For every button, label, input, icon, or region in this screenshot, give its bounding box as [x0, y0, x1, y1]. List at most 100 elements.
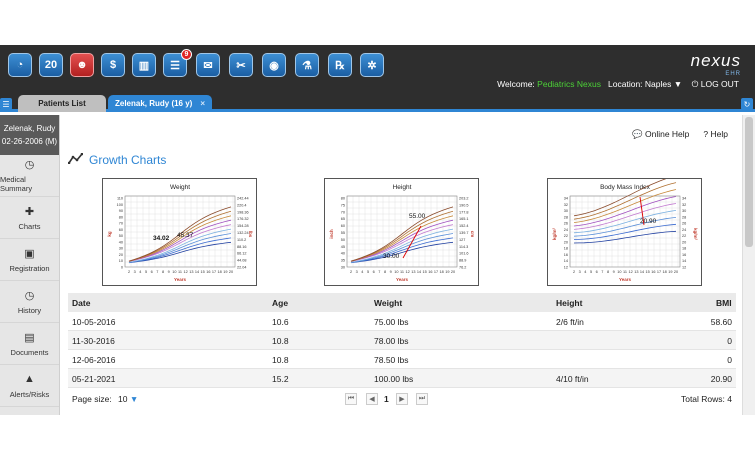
- y-tick-left: 26: [564, 222, 568, 226]
- online-help-link[interactable]: 💬 Online Help: [632, 129, 689, 140]
- y-tick-right: 88.9: [459, 259, 466, 263]
- table-row[interactable]: 05-21-2021 15.2 100.00 lbs 4/10 ft/in 20.90: [68, 369, 736, 388]
- tab-patient[interactable]: Zelenak, Rudy (16 y) ×: [108, 95, 212, 112]
- y-tick-right: 44.08: [237, 259, 247, 263]
- patients-icon[interactable]: ☻: [70, 53, 94, 77]
- column-header-height[interactable]: Height: [556, 293, 582, 312]
- x-tick: 16: [428, 270, 432, 274]
- chart-annotation: 55.00: [409, 213, 426, 220]
- close-icon[interactable]: ×: [200, 99, 205, 108]
- tab-patients-list-label: Patients List: [38, 99, 86, 108]
- tab-patients-list[interactable]: Patients List: [18, 95, 106, 112]
- y-tick-right: 32: [682, 203, 686, 207]
- percentile-curve: [350, 219, 454, 262]
- y-tick-right: 220.4: [237, 203, 247, 207]
- y-tick-left: 50: [341, 238, 345, 242]
- tools-icon[interactable]: ✂: [229, 53, 253, 77]
- sidebar-item-registration[interactable]: ▣ Registration: [0, 239, 59, 281]
- billing-icon[interactable]: $: [101, 53, 125, 77]
- x-tick: 17: [657, 270, 661, 274]
- y-tick-right: 28: [682, 215, 686, 219]
- user-name[interactable]: Pediatrics Nexus: [537, 79, 601, 89]
- notification-badge: 9: [181, 49, 192, 60]
- scrollbar[interactable]: [742, 115, 755, 415]
- column-header-date[interactable]: Date: [72, 293, 90, 312]
- y-axis-label-right: lbs: [248, 231, 253, 238]
- y-axis-label-right: cm: [470, 231, 475, 238]
- y-tick-right: 154.28: [237, 224, 249, 228]
- sidebar-item-alerts-risks[interactable]: ▲ Alerts/Risks: [0, 365, 59, 407]
- scrollbar-thumb[interactable]: [745, 117, 753, 247]
- y-tick-left: 90: [119, 209, 123, 213]
- sidebar: Zelenak, Rudy 02-26-2006 (M) ◷ Medical Su…: [0, 115, 60, 415]
- tasks-icon[interactable]: ☰ 9: [163, 49, 192, 77]
- camera-icon[interactable]: ◉: [262, 53, 286, 77]
- sidebar-item-documents[interactable]: ▤ Documents: [0, 323, 59, 365]
- last-page-button[interactable]: ⏭: [416, 393, 428, 405]
- table-row[interactable]: 12-06-2016 10.8 78.50 lbs 0: [68, 350, 736, 369]
- rx-icon[interactable]: ℞: [328, 53, 352, 77]
- x-tick: 18: [218, 270, 222, 274]
- next-page-button[interactable]: ▶: [396, 393, 408, 405]
- percentile-curve: [573, 196, 677, 227]
- y-tick-left: 22: [564, 234, 568, 238]
- reports-icon[interactable]: ▥: [132, 53, 156, 77]
- y-tick-left: 10: [119, 259, 123, 263]
- table-row[interactable]: 10-05-2016 10.6 75.00 lbs 2/6 ft/in 58.60: [68, 312, 736, 331]
- y-tick-left: 14: [564, 259, 568, 263]
- page-size-select[interactable]: 10 ▼: [118, 389, 138, 408]
- menu-toggle-icon[interactable]: ☰: [0, 98, 12, 110]
- x-axis-label: Years: [619, 277, 632, 282]
- refresh-icon[interactable]: ↻: [741, 98, 753, 110]
- logout-button[interactable]: ⏻ LOG OUT: [692, 79, 739, 89]
- x-tick: 20: [674, 270, 678, 274]
- y-axis-label-left: kg/m²: [552, 228, 557, 241]
- x-tick: 5: [145, 270, 147, 274]
- bmi-chart[interactable]: Body Mass Index 34 32 30 28 26 24 22 20 18 16 14 12 3…: [547, 178, 702, 286]
- y-tick-right: 20: [682, 240, 686, 244]
- table-cell-age: 10.8: [272, 354, 289, 365]
- messages-icon[interactable]: ✉: [196, 53, 220, 77]
- calendar-icon[interactable]: 20: [39, 53, 63, 77]
- weight-chart[interactable]: Weight 110 100 90 80 70 60 50 40 30 20 10 0 242.44 220…: [102, 178, 257, 286]
- calendar-icon-glyph: 20: [44, 59, 58, 71]
- y-tick-right: 34: [682, 197, 686, 201]
- patient-name: Zelenak, Rudy: [3, 124, 56, 133]
- table-cell-weight: 78.50 lbs: [374, 354, 409, 365]
- y-tick-right: 88.16: [237, 245, 247, 249]
- prev-page-button[interactable]: ◀: [366, 393, 378, 405]
- sidebar-item-history[interactable]: ◷ History: [0, 281, 59, 323]
- y-tick-left: 30: [564, 209, 568, 213]
- table-cell-bmi: 0: [727, 354, 732, 365]
- x-tick: 16: [206, 270, 210, 274]
- column-header-age[interactable]: Age: [272, 293, 288, 312]
- column-header-weight[interactable]: Weight: [374, 293, 402, 312]
- rx-icon-glyph: ℞: [335, 59, 345, 72]
- table-row[interactable]: 11-30-2016 10.8 78.00 lbs 0: [68, 331, 736, 350]
- y-tick-left: 80: [341, 197, 345, 201]
- location-selector[interactable]: Location: Naples ▼: [608, 79, 682, 89]
- first-page-button[interactable]: ⏮: [345, 393, 357, 405]
- documents-icon: ▤: [24, 331, 35, 344]
- tab-bar: Patients List Zelenak, Rudy (16 y) ×: [0, 93, 755, 112]
- current-page[interactable]: 1: [384, 389, 389, 408]
- help-link[interactable]: ? Help: [703, 129, 728, 140]
- table-cell-bmi: 20.90: [710, 373, 732, 384]
- x-tick: 3: [134, 270, 136, 274]
- y-tick-right: 203.2: [459, 197, 469, 201]
- clock-icon: ◷: [24, 159, 35, 171]
- x-tick: 17: [434, 270, 438, 274]
- sidebar-item-charts[interactable]: ✚ Charts: [0, 197, 59, 239]
- dashboard-icon[interactable]: ◔: [8, 53, 32, 77]
- x-tick: 13: [634, 270, 638, 274]
- height-chart[interactable]: Height 80 75 70 65 60 55 50 45 40 35 30 203.2 190.5 17…: [324, 178, 479, 286]
- tools-icon-glyph: ✂: [236, 59, 246, 72]
- column-header-bmi[interactable]: BMI: [716, 293, 732, 312]
- lab-icon[interactable]: ⚗: [295, 53, 319, 77]
- settings-icon[interactable]: ✲: [360, 53, 384, 77]
- x-tick: 16: [651, 270, 655, 274]
- chart-annotation: 34.02: [153, 235, 170, 242]
- y-tick-left: 0: [121, 266, 123, 270]
- x-tick: 5: [590, 270, 592, 274]
- sidebar-item-medical-summary[interactable]: ◷ Medical Summary: [0, 155, 59, 197]
